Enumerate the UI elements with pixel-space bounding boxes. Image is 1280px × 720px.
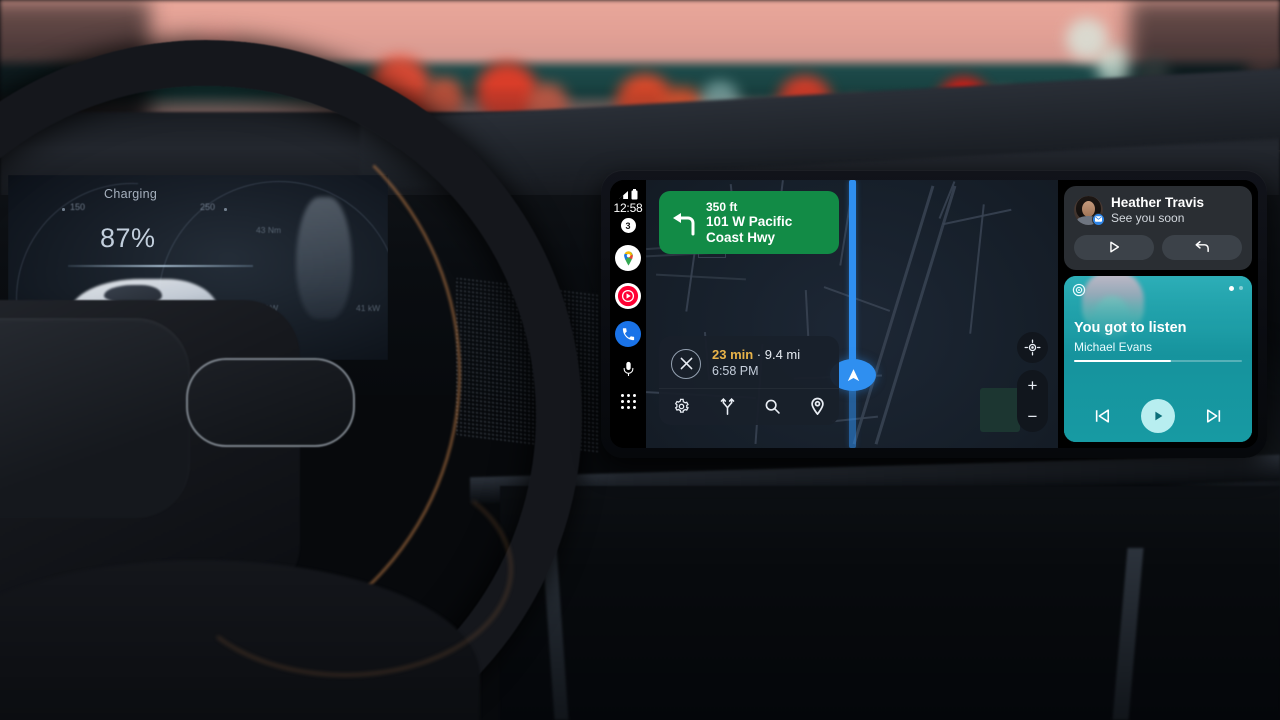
play-message-button[interactable] — [1074, 234, 1154, 260]
navigation-arrow-icon — [847, 368, 859, 381]
zoom-out-button[interactable]: − — [1028, 408, 1038, 425]
map-pin-icon — [810, 397, 825, 416]
search-icon — [764, 398, 781, 415]
sidebar-item-youtube-music[interactable] — [615, 283, 641, 309]
map-park-area — [980, 388, 1020, 432]
skip-next-icon — [1205, 408, 1223, 424]
avatar — [1074, 195, 1105, 226]
sidebar-item-google-maps[interactable] — [615, 245, 641, 271]
message-sender-name: Heather Travis — [1111, 195, 1205, 210]
reply-message-button[interactable] — [1162, 234, 1242, 260]
infotainment-display: 12:58 3 350 ft 101 W Pacific Coast Hwy 2… — [610, 180, 1258, 448]
alternate-routes-button[interactable] — [719, 397, 736, 416]
message-notification-card[interactable]: Heather Travis See you soon — [1064, 186, 1252, 270]
steering-wheel-pad — [0, 318, 190, 518]
nearby-places-button[interactable] — [810, 397, 825, 416]
message-text-block: Heather Travis See you soon — [1111, 195, 1204, 226]
sidebar-item-assistant-mic[interactable] — [622, 361, 635, 378]
navigation-distance: 350 ft — [706, 199, 738, 214]
navigation-street-line2: Coast Hwy — [706, 229, 776, 245]
navigation-banner[interactable]: 350 ft 101 W Pacific Coast Hwy — [659, 191, 839, 254]
signal-bars-icon — [618, 190, 629, 200]
media-track-title: You got to listen — [1074, 319, 1187, 336]
message-preview: See you soon — [1111, 210, 1185, 225]
car-interior-scene: 150 250 Charging 87% 43 Nm 42 kW 41 kW — [0, 0, 1280, 720]
phone-icon — [621, 327, 636, 342]
status-clock: 12:58 — [613, 201, 643, 215]
play-icon — [1151, 409, 1165, 423]
reply-arrow-icon — [1194, 240, 1210, 254]
media-player-card[interactable]: You got to listen Michael Evans — [1064, 275, 1252, 442]
google-maps-icon — [620, 250, 637, 267]
youtube-music-icon — [617, 285, 639, 307]
turn-left-arrow-icon — [669, 210, 697, 236]
eta-duration: 23 min — [712, 347, 754, 362]
sidebar-item-app-launcher[interactable] — [620, 394, 636, 409]
eta-separator: · — [753, 347, 765, 362]
eta-text-block: 23 min · 9.4 mi 6:58 PM — [712, 347, 800, 380]
zoom-in-button[interactable]: + — [1028, 377, 1038, 394]
map-zoom-controls: + − — [1017, 370, 1048, 432]
messages-icon — [1092, 212, 1105, 226]
media-progress-fill — [1074, 359, 1172, 363]
end-navigation-button[interactable] — [671, 348, 701, 379]
recenter-map-button[interactable] — [1017, 332, 1048, 363]
eta-toolbar — [659, 388, 839, 425]
media-artist-name: Michael Evans — [1074, 339, 1153, 354]
sidebar-item-phone[interactable] — [615, 321, 641, 347]
notification-count-badge[interactable]: 3 — [620, 218, 636, 233]
eta-duration-distance: 23 min · 9.4 mi — [712, 347, 800, 363]
steering-wheel-control-button[interactable] — [186, 358, 355, 447]
page-dot — [1238, 285, 1243, 291]
center-console — [500, 486, 1280, 720]
media-page-dots — [1228, 285, 1243, 291]
message-actions — [1074, 234, 1242, 260]
map-settings-button[interactable] — [673, 398, 690, 415]
media-transport-controls — [1064, 396, 1252, 436]
message-header: Heather Travis See you soon — [1074, 195, 1242, 226]
map-panel[interactable]: 350 ft 101 W Pacific Coast Hwy 23 min · — [646, 180, 1058, 448]
map-route-line — [849, 180, 856, 380]
microphone-icon — [622, 361, 635, 378]
eta-card: 23 min · 9.4 mi 6:58 PM — [659, 336, 839, 426]
eta-summary: 23 min · 9.4 mi 6:58 PM — [659, 336, 839, 388]
next-track-button[interactable] — [1205, 408, 1223, 424]
navigation-street-line1: 101 W Pacific — [706, 213, 793, 229]
status-icons-row — [618, 189, 638, 200]
android-auto-sidebar: 12:58 3 — [610, 180, 646, 448]
skip-previous-icon — [1093, 408, 1111, 424]
route-fork-icon — [719, 397, 736, 416]
navigation-instruction: 350 ft 101 W Pacific Coast Hwy — [706, 200, 792, 246]
battery-icon — [631, 189, 638, 200]
eta-distance: 9.4 mi — [764, 347, 801, 362]
gear-icon — [673, 398, 690, 415]
play-triangle-icon — [1107, 240, 1121, 254]
right-cards-column: Heather Travis See you soon You got to l… — [1058, 180, 1258, 448]
eta-arrival-time: 6:58 PM — [712, 364, 759, 379]
recenter-crosshair-icon — [1024, 339, 1041, 356]
page-dot-active — [1228, 285, 1234, 291]
app-grid-icon — [620, 394, 636, 409]
steering-wheel-copper-highlight — [178, 462, 512, 676]
close-x-icon — [680, 357, 693, 370]
map-search-button[interactable] — [764, 398, 781, 415]
media-source-icon — [1072, 283, 1086, 297]
play-pause-button[interactable] — [1141, 399, 1175, 433]
previous-track-button[interactable] — [1093, 408, 1111, 424]
media-progress-bar[interactable] — [1074, 359, 1242, 363]
